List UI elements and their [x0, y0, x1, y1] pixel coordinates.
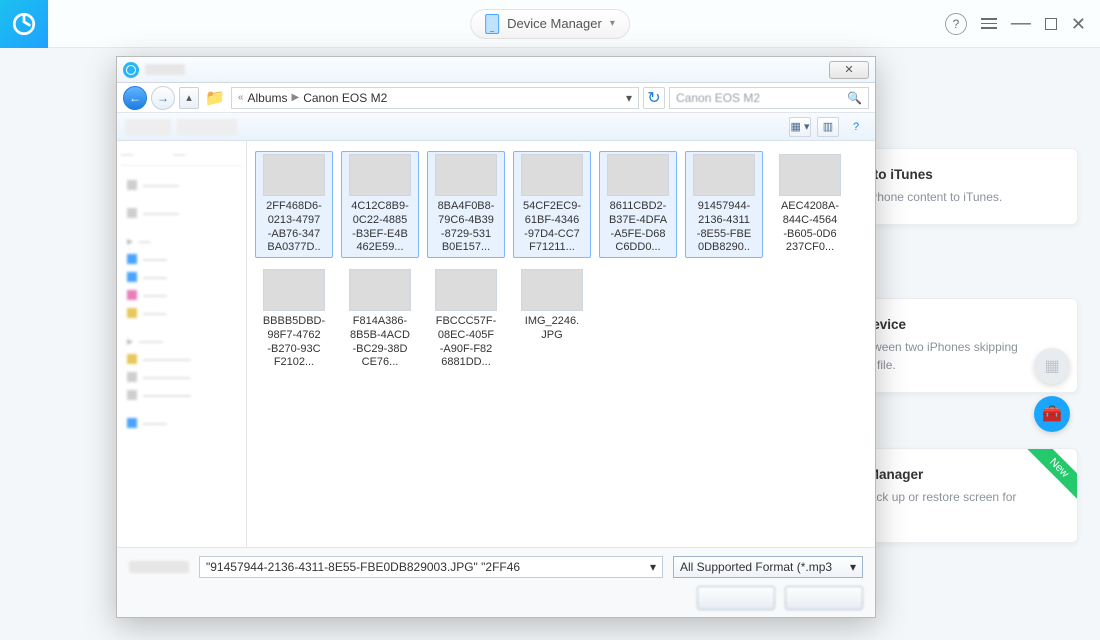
file-name: 54CF2EC9-61BF-4346-97D4-CC7F71211...	[523, 200, 581, 255]
grid-bubble[interactable]: ▦	[1034, 348, 1070, 384]
file-name: 8611CBD2-B37E-4DFA-A5FE-D68C6DD0...	[609, 200, 667, 255]
nav-forward-button[interactable]: →	[151, 86, 175, 110]
phone-icon	[485, 14, 499, 34]
app-titlebar: Device Manager ▾ ? — ✕	[0, 0, 1100, 48]
filename-value: "91457944-2136-4311-8E55-FBE0DB829003.JP…	[206, 560, 520, 574]
file-name: 91457944-2136-4311-8E55-FBE0DB8290..	[697, 200, 751, 255]
close-button[interactable]: ✕	[1071, 15, 1086, 33]
dialog-app-icon	[123, 62, 139, 78]
breadcrumb-dropdown-icon[interactable]: ▾	[626, 91, 632, 105]
search-icon: 🔍	[847, 91, 862, 105]
toolbar-item-blurred[interactable]	[125, 119, 171, 135]
file-thumbnail[interactable]: FBCCC57F-08EC-405F-A90F-F826881DD...	[427, 266, 505, 373]
refresh-button[interactable]: ↻	[643, 87, 665, 109]
chevron-down-icon: ▾	[610, 18, 615, 29]
filename-field[interactable]: "91457944-2136-4311-8E55-FBE0DB829003.JP…	[199, 556, 663, 578]
thumbnail-image	[779, 154, 841, 196]
open-button[interactable]	[697, 586, 775, 610]
thumbnail-image	[521, 154, 583, 196]
dialog-close-button[interactable]: ✕	[829, 61, 869, 79]
app-mode-label: Device Manager	[507, 16, 602, 31]
nav-up-button[interactable]: ▴	[179, 87, 199, 109]
file-thumbnail[interactable]: F814A386-8B5B-4ACD-BC29-38DCE76...	[341, 266, 419, 373]
file-open-dialog: ✕ ← → ▴ 📁 « Albums ▶ Canon EOS M2 ▾ ↻ Ca…	[116, 56, 876, 618]
file-thumbnail[interactable]: 54CF2EC9-61BF-4346-97D4-CC7F71211...	[513, 151, 591, 258]
file-name: 8BA4F0B8-79C6-4B39-8729-531B0E157...	[438, 200, 495, 255]
view-mode-button[interactable]: ▦ ▾	[789, 117, 811, 137]
thumbnail-image	[349, 269, 411, 311]
filename-label-blurred	[129, 561, 189, 573]
breadcrumb-part[interactable]: Canon EOS M2	[303, 91, 387, 105]
file-thumbnail[interactable]: BBBB5DBD-98F7-4762-B270-93CF2102...	[255, 266, 333, 373]
search-placeholder: Canon EOS M2	[676, 91, 760, 105]
dialog-toolbar: ▦ ▾ ▥ ?	[117, 113, 875, 141]
help-button[interactable]: ?	[945, 13, 967, 35]
search-input[interactable]: Canon EOS M2 🔍	[669, 87, 869, 109]
thumbnail-image	[435, 154, 497, 196]
file-thumbnail[interactable]: 91457944-2136-4311-8E55-FBE0DB8290..	[685, 151, 763, 258]
file-thumbnail[interactable]: AEC4208A-844C-4564-B605-0D6237CF0...	[771, 151, 849, 258]
filetype-combo[interactable]: All Supported Format (*.mp3 ▾	[673, 556, 863, 578]
thumbnail-image	[521, 269, 583, 311]
filetype-value: All Supported Format (*.mp3	[680, 560, 832, 574]
file-name: AEC4208A-844C-4564-B605-0D6237CF0...	[781, 200, 839, 255]
file-thumbnail[interactable]: 4C12C8B9-0C22-4885-B3EF-E4B462E59...	[341, 151, 419, 258]
file-grid[interactable]: 2FF468D6-0213-4797-AB76-347BA0377D.. 4C12…	[247, 141, 875, 547]
file-name: 4C12C8B9-0C22-4885-B3EF-E4B462E59...	[351, 200, 408, 255]
app-logo	[0, 0, 48, 48]
thumbnail-image	[607, 154, 669, 196]
file-name: BBBB5DBD-98F7-4762-B270-93CF2102...	[263, 315, 325, 370]
nav-back-button[interactable]: ←	[123, 86, 147, 110]
help-icon[interactable]: ?	[845, 117, 867, 137]
file-thumbnail[interactable]: 2FF468D6-0213-4797-AB76-347BA0377D..	[255, 151, 333, 258]
breadcrumb[interactable]: « Albums ▶ Canon EOS M2 ▾	[231, 87, 639, 109]
chevron-right-icon: ▶	[292, 92, 300, 103]
breadcrumb-root-icon: «	[238, 92, 244, 103]
file-name: F814A386-8B5B-4ACD-BC29-38DCE76...	[350, 315, 410, 370]
thumbnail-image	[263, 154, 325, 196]
folder-icon: 📁	[205, 88, 225, 108]
menu-button[interactable]	[981, 18, 997, 29]
thumbnail-image	[349, 154, 411, 196]
chevron-down-icon[interactable]: ▾	[850, 560, 856, 574]
app-mode-selector[interactable]: Device Manager ▾	[470, 9, 630, 39]
file-name: IMG_2246.JPG	[525, 315, 579, 343]
toolbox-bubble[interactable]: 🧰	[1034, 396, 1070, 432]
file-thumbnail[interactable]: 8611CBD2-B37E-4DFA-A5FE-D68C6DD0...	[599, 151, 677, 258]
preview-pane-button[interactable]: ▥	[817, 117, 839, 137]
maximize-button[interactable]	[1045, 18, 1057, 30]
file-name: FBCCC57F-08EC-405F-A90F-F826881DD...	[436, 315, 497, 370]
toolbar-item-blurred[interactable]	[177, 119, 237, 135]
breadcrumb-part[interactable]: Albums	[247, 91, 287, 105]
thumbnail-image	[693, 154, 755, 196]
chevron-down-icon[interactable]: ▾	[650, 560, 656, 574]
file-thumbnail[interactable]: IMG_2246.JPG	[513, 266, 591, 373]
file-name: 2FF468D6-0213-4797-AB76-347BA0377D..	[266, 200, 322, 255]
minimize-button[interactable]: —	[1011, 12, 1031, 35]
thumbnail-image	[435, 269, 497, 311]
folder-tree[interactable]: —— ——— ——— ▸— —— —— —— —— ▸—— ———— ——	[117, 141, 247, 547]
cancel-button[interactable]	[785, 586, 863, 610]
file-thumbnail[interactable]: 8BA4F0B8-79C6-4B39-8729-531B0E157...	[427, 151, 505, 258]
dialog-title-blurred	[145, 64, 185, 75]
thumbnail-image	[263, 269, 325, 311]
